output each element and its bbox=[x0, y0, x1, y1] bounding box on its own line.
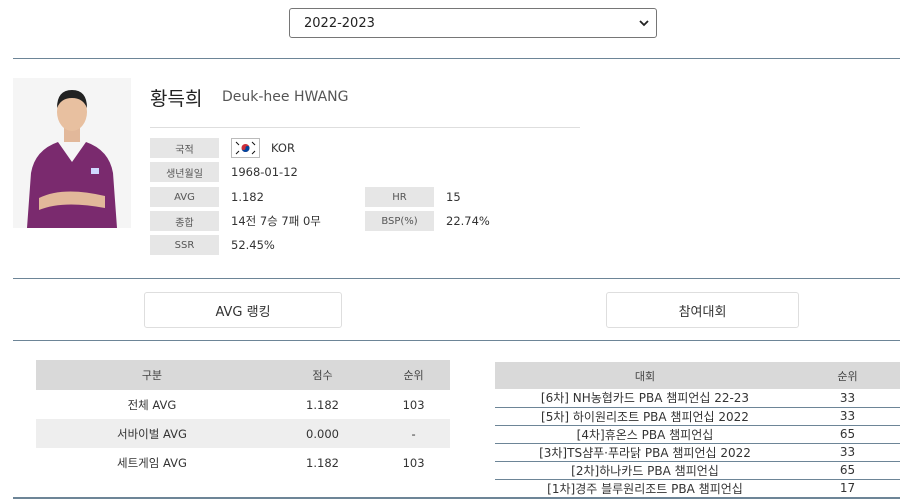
table-cell: [5차] 하이원리조트 PBA 챔피언십 2022 bbox=[495, 407, 795, 426]
table-row[interactable]: [5차] 하이원리조트 PBA 챔피언십 2022 33 bbox=[495, 407, 900, 426]
season-select[interactable]: 2022-2023 bbox=[289, 8, 657, 38]
table-row[interactable]: [2차]하나카드 PBA 챔피언십 65 bbox=[495, 461, 900, 480]
table-row: 세트게임 AVG 1.182 103 bbox=[36, 448, 450, 477]
table-cell: 103 bbox=[402, 455, 425, 470]
hr-label: HR bbox=[365, 187, 434, 207]
avg-label: AVG bbox=[150, 187, 219, 207]
table-cell: [2차]하나카드 PBA 챔피언십 bbox=[495, 461, 795, 480]
korea-flag-icon bbox=[231, 138, 260, 158]
divider-lower bbox=[13, 340, 900, 341]
player-name-korean: 황득희 bbox=[150, 88, 203, 110]
birth-label: 생년월일 bbox=[150, 162, 219, 182]
table-row[interactable]: [6차] NH농협카드 PBA 챔피언십 22-23 33 bbox=[495, 389, 900, 408]
avg-ranking-table: 구분 점수 순위 전체 AVG 1.182 103 서바이벌 AVG 0.000… bbox=[36, 360, 450, 477]
table-cell: 65 bbox=[795, 425, 900, 444]
column-header: 순위 bbox=[377, 360, 450, 390]
column-header: 구분 bbox=[36, 360, 268, 390]
chevron-down-icon bbox=[639, 20, 649, 27]
avg-value: 1.182 bbox=[231, 190, 264, 204]
tab-avg-ranking[interactable]: AVG 랭킹 bbox=[144, 292, 342, 328]
table-row[interactable]: [4차]휴온스 PBA 챔피언십 65 bbox=[495, 425, 900, 444]
nationality-label: 국적 bbox=[150, 138, 219, 158]
bsp-value: 22.74% bbox=[446, 214, 490, 228]
table-cell: 0.000 bbox=[267, 419, 378, 448]
table-cell: 17 bbox=[795, 479, 900, 498]
table-cell: [6차] NH농협카드 PBA 챔피언십 22-23 bbox=[495, 389, 795, 408]
table-header-row: 대회 순위 bbox=[495, 362, 900, 389]
divider-bottom bbox=[13, 497, 900, 499]
name-divider bbox=[150, 127, 580, 128]
tab-tournaments[interactable]: 참여대회 bbox=[606, 292, 799, 328]
table-row[interactable]: [3차]TS샴푸·푸라닭 PBA 챔피언십 2022 33 bbox=[495, 443, 900, 462]
player-name-english: Deuk-hee HWANG bbox=[222, 89, 349, 105]
table-row: 전체 AVG 1.182 103 bbox=[36, 390, 450, 419]
hr-value: 15 bbox=[446, 190, 461, 204]
table-cell: 103 bbox=[402, 397, 425, 412]
table-cell: 33 bbox=[795, 389, 900, 408]
table-cell: [4차]휴온스 PBA 챔피언십 bbox=[495, 425, 795, 444]
tournament-table: 대회 순위 [6차] NH농협카드 PBA 챔피언십 22-23 33 [5차]… bbox=[495, 362, 900, 498]
player-photo bbox=[13, 78, 131, 228]
table-cell: [1차]경주 블루원리조트 PBA 챔피언십 bbox=[495, 479, 795, 498]
column-header: 순위 bbox=[795, 362, 900, 389]
table-cell: 65 bbox=[795, 461, 900, 480]
ssr-value: 52.45% bbox=[231, 238, 275, 252]
table-cell: [3차]TS샴푸·푸라닭 PBA 챔피언십 2022 bbox=[495, 443, 795, 462]
table-cell: 33 bbox=[795, 407, 900, 426]
table-cell: - bbox=[377, 419, 450, 448]
record-label: 종합 bbox=[150, 211, 219, 231]
record-value: 14전 7승 7패 0무 bbox=[231, 214, 321, 228]
table-row[interactable]: [1차]경주 블루원리조트 PBA 챔피언십 17 bbox=[495, 479, 900, 498]
ssr-label: SSR bbox=[150, 235, 219, 255]
divider-top bbox=[13, 58, 900, 59]
column-header: 대회 bbox=[495, 362, 795, 389]
bsp-label: BSP(%) bbox=[365, 211, 434, 231]
table-cell: 서바이벌 AVG bbox=[36, 419, 268, 448]
birth-value: 1968-01-12 bbox=[231, 165, 298, 179]
column-header: 점수 bbox=[267, 360, 378, 390]
table-cell: 1.182 bbox=[306, 455, 339, 470]
season-select-value: 2022-2023 bbox=[304, 15, 375, 31]
table-cell: 33 bbox=[795, 443, 900, 462]
table-row: 서바이벌 AVG 0.000 - bbox=[36, 419, 450, 448]
divider-middle bbox=[13, 278, 900, 279]
table-header-row: 구분 점수 순위 bbox=[36, 360, 450, 390]
table-cell: 1.182 bbox=[306, 397, 339, 412]
table-cell: 세트게임 AVG bbox=[116, 455, 187, 470]
player-portrait-image bbox=[13, 78, 131, 228]
table-cell: 전체 AVG bbox=[127, 397, 177, 412]
nationality-value: KOR bbox=[271, 141, 295, 155]
